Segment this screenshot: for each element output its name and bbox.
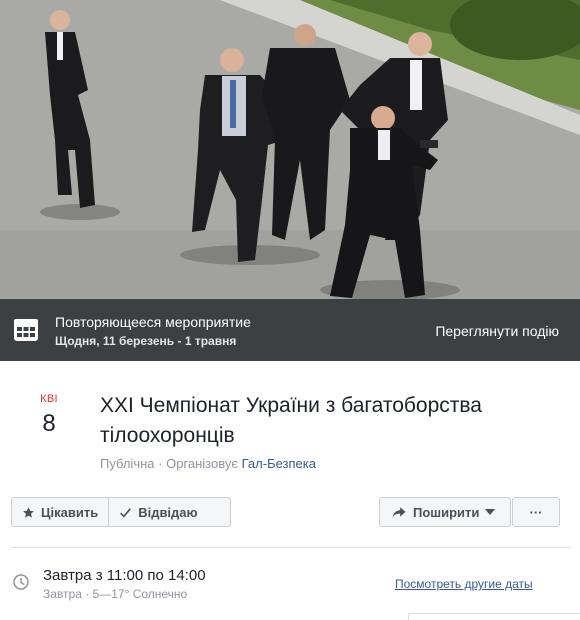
- clock-icon: [13, 574, 29, 590]
- banner-title: Повторяющееся мероприятие: [55, 314, 251, 330]
- section-divider: [11, 547, 571, 548]
- event-month: КВІ: [40, 393, 58, 405]
- view-event-link[interactable]: Переглянути подію: [435, 323, 559, 339]
- interested-label: Цікавить: [41, 504, 99, 520]
- share-button[interactable]: Поширити: [379, 497, 511, 527]
- banner-subtitle: Щодня, 11 березень - 1 травня: [55, 334, 237, 348]
- share-label: Поширити: [413, 504, 480, 520]
- event-cover-photo[interactable]: [0, 0, 580, 299]
- star-icon: [23, 506, 34, 518]
- going-label: Відвідаю: [138, 504, 198, 520]
- interested-button[interactable]: Цікавить: [12, 498, 108, 526]
- event-privacy: Публічна: [100, 456, 155, 471]
- recurring-event-banner: Повторяющееся мероприятие Щодня, 11 бере…: [0, 299, 580, 361]
- more-options-button[interactable]: ···: [512, 497, 560, 527]
- rsvp-button-group: Цікавить Відвідаю: [11, 497, 231, 527]
- chevron-down-icon: [485, 509, 496, 515]
- going-button[interactable]: Відвідаю: [108, 498, 207, 526]
- checkmark-icon: [120, 507, 132, 517]
- meta-separator: ·: [154, 456, 167, 471]
- event-time: Завтра з 11:00 по 14:00: [43, 567, 206, 584]
- organizer-link[interactable]: Гал-Безпека: [242, 456, 316, 471]
- share-arrow-icon: [392, 506, 406, 518]
- calendar-grid-icon: [14, 319, 38, 341]
- event-meta: Публічна · Організовує Гал-Безпека: [100, 456, 316, 471]
- organizer-prefix: Організовує: [166, 456, 242, 471]
- more-label: ···: [529, 504, 543, 520]
- cover-illustration: [0, 0, 580, 299]
- event-title: XXI Чемпіонат України з багатоборства ті…: [100, 394, 482, 447]
- other-dates-link[interactable]: Посмотреть другие даты: [395, 577, 533, 591]
- event-weather: Завтра · 5—17° Солнечно: [43, 587, 188, 601]
- event-day: 8: [42, 410, 56, 437]
